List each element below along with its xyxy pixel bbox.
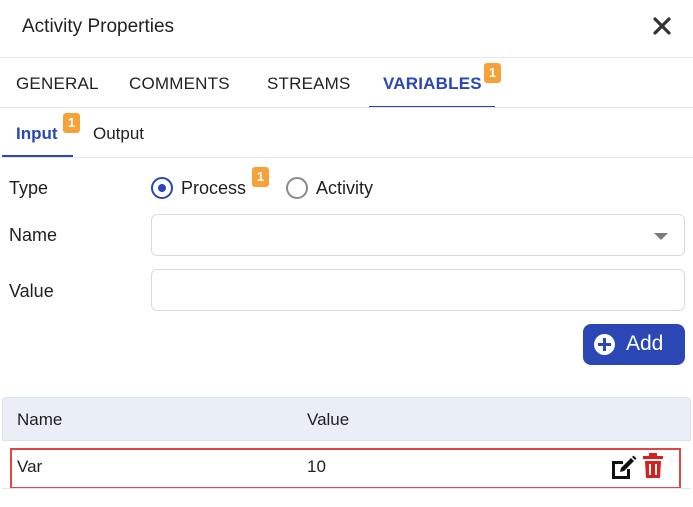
subtab-input[interactable]: Input xyxy=(16,124,58,144)
variables-count-badge: 1 xyxy=(484,63,501,83)
type-label: Type xyxy=(9,178,49,198)
header-divider xyxy=(0,57,693,58)
value-input[interactable] xyxy=(151,269,685,311)
value-label: Value xyxy=(9,281,54,301)
name-label: Name xyxy=(9,225,58,245)
close-icon[interactable] xyxy=(652,16,672,36)
dialog-title: Activity Properties xyxy=(22,16,175,37)
input-count-badge: 1 xyxy=(63,113,80,133)
cell-name: Var xyxy=(17,457,43,476)
trash-icon[interactable] xyxy=(642,452,664,479)
add-button-label: Add xyxy=(626,332,664,355)
chevron-down-icon[interactable] xyxy=(654,233,668,240)
subtab-output[interactable]: Output xyxy=(93,124,144,144)
subtabs-divider xyxy=(0,157,693,158)
radio-activity[interactable] xyxy=(286,177,308,199)
plus-circle-icon xyxy=(594,334,615,355)
process-badge: 1 xyxy=(252,167,269,187)
column-header-name: Name xyxy=(17,410,63,429)
radio-activity-label[interactable]: Activity xyxy=(316,178,373,199)
radio-process[interactable] xyxy=(151,177,173,199)
column-header-value: Value xyxy=(307,410,350,429)
tabs-divider xyxy=(0,107,693,108)
add-button[interactable]: Add xyxy=(583,324,685,365)
cell-value: 10 xyxy=(307,457,326,476)
table-header: Name Value xyxy=(2,397,691,441)
row-divider xyxy=(2,488,691,489)
tab-variables[interactable]: VARIABLES xyxy=(383,74,482,94)
tab-streams[interactable]: STREAMS xyxy=(267,74,351,94)
tab-comments[interactable]: COMMENTS xyxy=(129,74,230,94)
radio-process-label[interactable]: Process xyxy=(181,178,246,199)
name-select[interactable] xyxy=(151,214,685,256)
table-row[interactable]: Var 10 xyxy=(10,448,681,489)
edit-icon[interactable] xyxy=(610,455,637,481)
tab-general[interactable]: GENERAL xyxy=(16,74,99,94)
